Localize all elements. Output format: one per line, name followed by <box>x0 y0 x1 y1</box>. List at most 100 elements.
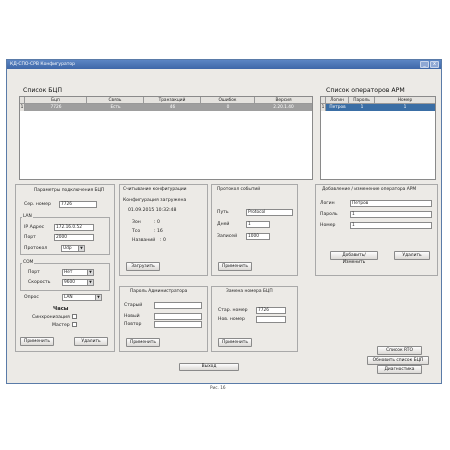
protocol-value: Udp <box>63 246 72 251</box>
events-apply-button[interactable]: Применить <box>218 262 252 271</box>
chevron-down-icon: ▼ <box>95 295 101 300</box>
login-input[interactable]: Петров <box>350 200 432 207</box>
diagnostics-button[interactable]: Диагностика <box>377 365 422 374</box>
bcp-col-version[interactable]: Версия <box>255 97 312 103</box>
old-password-label: Старый <box>124 303 143 308</box>
clock-label: Часы <box>53 306 69 312</box>
cell-bcp: 7726 <box>50 105 62 110</box>
ip-input[interactable]: 172.16.0.52 <box>54 224 94 231</box>
cell-number: 1 <box>403 105 407 110</box>
bcp-number-title: Замена номера БЦП <box>226 289 273 294</box>
events-title: Протокол событий <box>217 187 261 192</box>
title-bar: КД-СПО-СРВ Конфигуратор _ x <box>7 60 441 69</box>
chevron-down-icon: ▼ <box>78 246 84 251</box>
names-label: Названий <box>132 238 156 243</box>
cell-password: 1 <box>360 105 364 110</box>
cell-transactions: 46 <box>169 105 176 110</box>
table-row[interactable]: 1 7726 Есть 46 0 2.20.1.40 <box>20 104 312 111</box>
login-label: Логин <box>320 201 335 206</box>
admin-password-title: Пароль Администратора <box>130 289 188 294</box>
speed-value: 9600 <box>64 280 75 285</box>
operators-table[interactable]: Логин Пароль Номер 1 Петров 1 1 <box>320 96 436 180</box>
names-value: : 0 <box>160 238 166 243</box>
bcp-col-bcp[interactable]: Бцп <box>25 97 87 103</box>
zones-label: Зон <box>132 220 141 225</box>
path-input[interactable]: Protocol <box>246 209 293 216</box>
chevron-down-icon: ▼ <box>87 270 93 275</box>
config-read-panel: Считывание конфигурации Конфигурация заг… <box>119 184 208 276</box>
cell-login: Петров <box>329 105 346 110</box>
ip-label: IP Адрес <box>24 225 45 230</box>
bcp-number-panel: Замена номера БЦП Стар. номер 7726 Нов. … <box>211 286 298 352</box>
op-col-login[interactable]: Логин <box>326 97 349 103</box>
cell-errors: 0 <box>226 105 230 110</box>
days-label: Дней <box>217 222 230 227</box>
operators-list-title: Список операторов АРМ <box>326 87 405 94</box>
com-group-label: COM <box>22 260 35 265</box>
poll-select[interactable]: LAN ▼ <box>62 294 102 301</box>
table-row[interactable]: 1 Петров 1 1 <box>321 104 435 111</box>
bcp-col-transactions[interactable]: Транзакций <box>144 97 201 103</box>
operator-edit-title: Добавление / изменение оператора АРМ <box>322 187 417 192</box>
op-col-number[interactable]: Номер <box>375 97 435 103</box>
password-label: Пароль <box>320 212 338 217</box>
refresh-bcp-button[interactable]: Обновить список БЦП <box>367 356 429 365</box>
bcp-number-apply-button[interactable]: Применить <box>218 338 252 347</box>
delete-operator-button[interactable]: Удалить <box>394 251 430 260</box>
records-label: Записей <box>217 234 238 239</box>
exit-button[interactable]: Выход <box>179 363 239 371</box>
records-input[interactable]: 1000 <box>246 233 270 240</box>
bcp-list-title: Список БЦП <box>23 87 62 94</box>
admin-apply-button[interactable]: Применить <box>126 338 160 347</box>
path-label: Путь <box>217 210 229 215</box>
bcp-col-errors[interactable]: Ошибок <box>201 97 255 103</box>
zones-value: : 0 <box>154 220 160 225</box>
conn-apply-button[interactable]: Применить <box>20 337 54 346</box>
speed-select[interactable]: 9600 ▼ <box>62 279 94 286</box>
connection-params-title: Параметры подключения БЦП <box>34 188 105 193</box>
poll-value: LAN <box>64 295 73 300</box>
port-label: Порт <box>24 235 36 240</box>
cell-version: 2.20.1.40 <box>273 105 294 110</box>
serial-input[interactable]: 7726 <box>59 201 97 208</box>
new-number-input[interactable] <box>256 316 286 323</box>
master-checkbox[interactable] <box>72 322 77 327</box>
admin-password-panel: Пароль Администратора Старый Новый Повто… <box>119 286 208 352</box>
connection-params-panel: Параметры подключения БЦП Сер. номер 772… <box>15 184 115 352</box>
port-input[interactable]: 2000 <box>54 234 94 241</box>
load-button[interactable]: Загрузить <box>126 262 160 271</box>
add-operator-button[interactable]: Добавить/Изменить <box>330 251 378 265</box>
speed-label: Скорость <box>28 280 51 285</box>
minimize-button[interactable]: _ <box>420 61 429 68</box>
new-password-input[interactable] <box>154 313 202 320</box>
close-button[interactable]: x <box>430 61 439 68</box>
repeat-password-label: Повтор <box>124 322 142 327</box>
old-password-input[interactable] <box>154 302 202 309</box>
poll-label: Опрос <box>24 295 39 300</box>
days-input[interactable]: 1 <box>246 221 270 228</box>
rto-list-button[interactable]: Список RTO <box>377 346 422 355</box>
com-port-label: Порт <box>28 270 40 275</box>
protocol-select[interactable]: Udp ▼ <box>61 245 85 252</box>
old-number-input[interactable]: 7726 <box>256 307 286 314</box>
bcp-table[interactable]: Бцп Связь Транзакций Ошибок Версия 1 772… <box>19 96 313 180</box>
com-group <box>20 263 110 291</box>
protocol-label: Протокол <box>24 246 48 251</box>
com-port-select[interactable]: Нет ▼ <box>62 269 94 276</box>
com-port-value: Нет <box>64 270 73 275</box>
sync-checkbox[interactable] <box>72 314 77 319</box>
bcp-col-link[interactable]: Связь <box>87 97 144 103</box>
tcs-value: : 16 <box>154 229 163 234</box>
figure-caption: Рис. 16 <box>210 385 226 390</box>
number-input[interactable]: 1 <box>350 222 432 229</box>
events-panel: Протокол событий Путь Protocol Дней 1 За… <box>211 184 298 276</box>
number-label: Номер <box>320 223 336 228</box>
password-input[interactable]: 1 <box>350 211 432 218</box>
operators-table-header: Логин Пароль Номер <box>321 97 435 104</box>
conn-delete-button[interactable]: Удалить <box>74 337 108 346</box>
repeat-password-input[interactable] <box>154 321 202 328</box>
window-title: КД-СПО-СРВ Конфигуратор <box>10 62 75 67</box>
op-col-password[interactable]: Пароль <box>349 97 375 103</box>
main-window: КД-СПО-СРВ Конфигуратор _ x Список БЦП Б… <box>6 59 442 384</box>
master-label: Мастер <box>52 323 70 328</box>
